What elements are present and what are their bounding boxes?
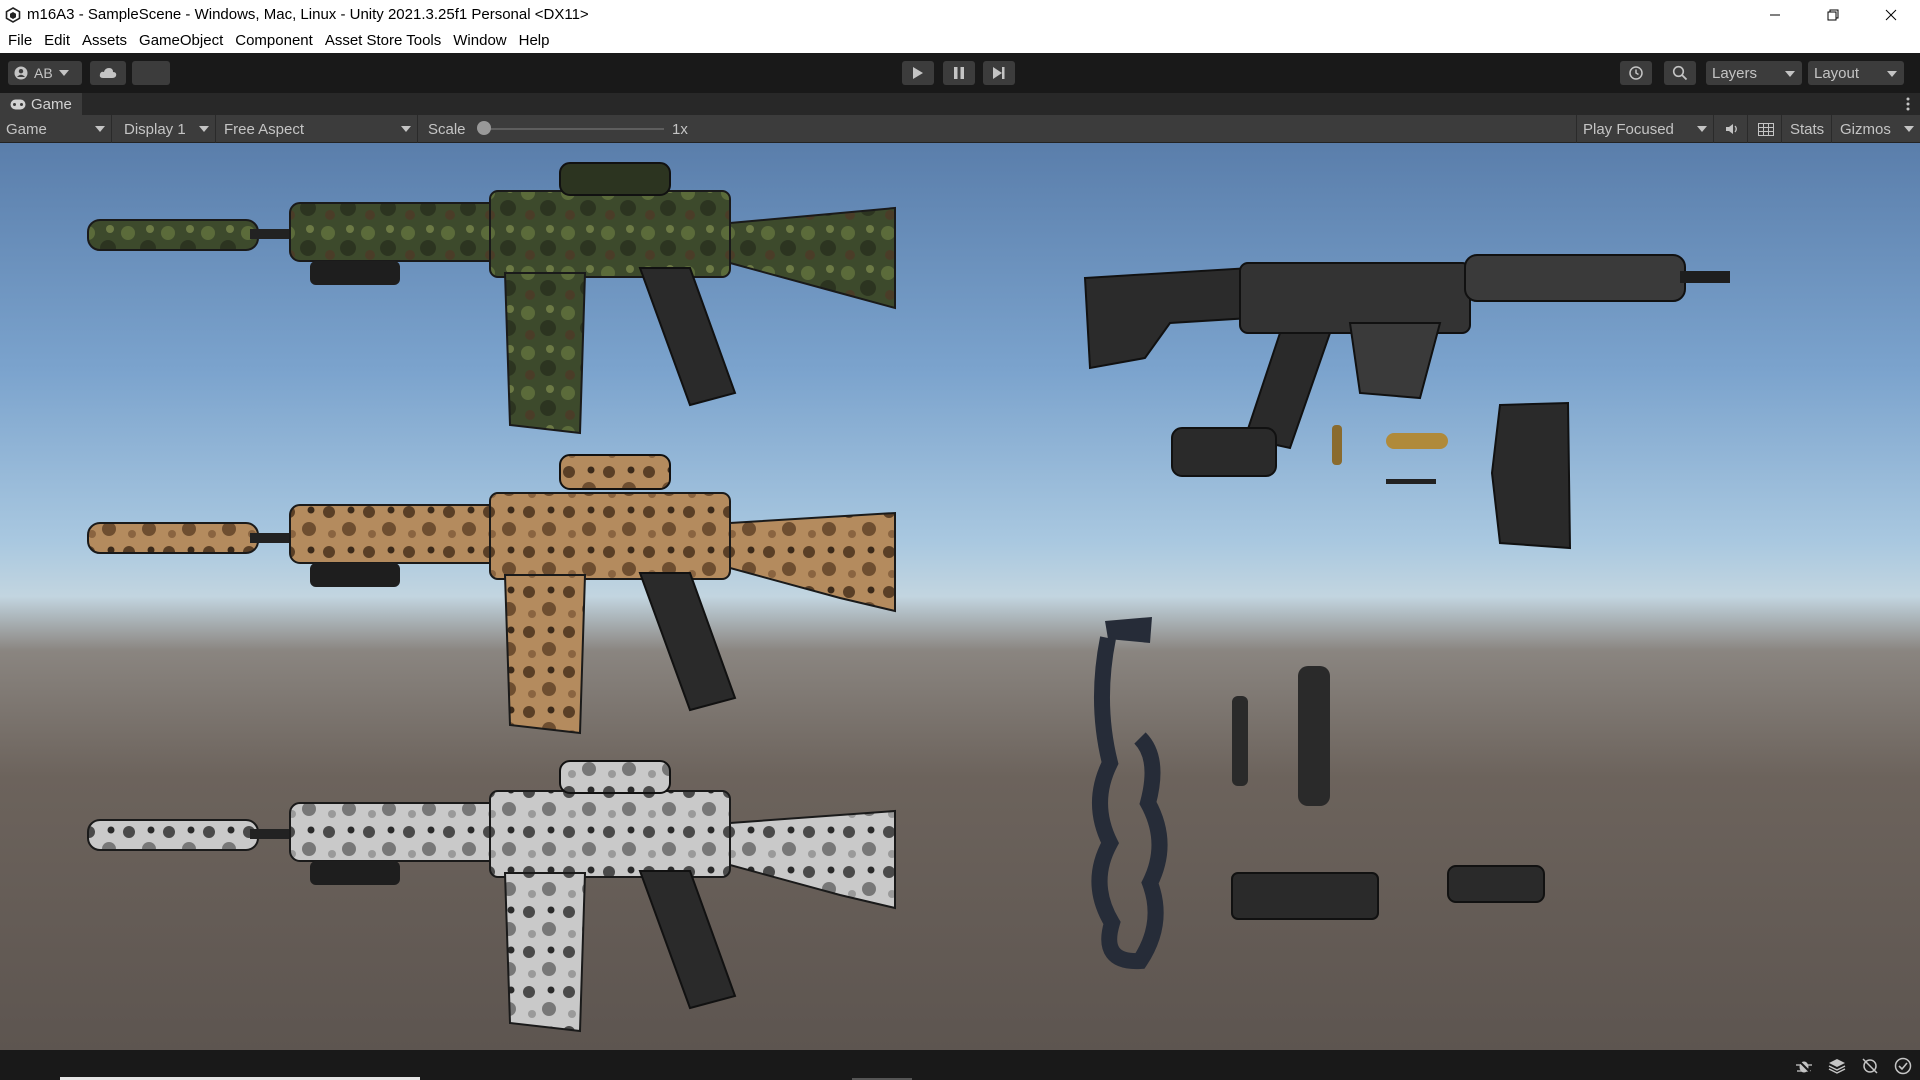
more-options-icon[interactable] bbox=[1906, 97, 1910, 111]
rifle-snow-camo bbox=[87, 760, 896, 1033]
menu-gameobject[interactable]: GameObject bbox=[133, 29, 229, 53]
pause-icon bbox=[954, 67, 964, 79]
game-viewport[interactable] bbox=[0, 143, 1920, 1050]
scale-slider-track[interactable] bbox=[484, 128, 664, 130]
menu-bar: File Edit Assets GameObject Component As… bbox=[0, 29, 1920, 53]
part-cartridge bbox=[1386, 433, 1448, 449]
gizmos-label: Gizmos bbox=[1840, 120, 1891, 138]
menu-component[interactable]: Component bbox=[229, 29, 319, 53]
tab-game[interactable]: Game bbox=[0, 93, 82, 115]
chevron-down-icon bbox=[58, 70, 69, 76]
chevron-down-icon bbox=[401, 126, 411, 132]
audio-icon bbox=[1725, 124, 1737, 134]
grid-icon bbox=[1757, 122, 1774, 136]
game-mode-dropdown[interactable]: Game bbox=[0, 115, 112, 143]
chevron-down-icon bbox=[95, 126, 105, 132]
part-shell-casing bbox=[1332, 425, 1342, 465]
aspect-dropdown[interactable]: Free Aspect bbox=[218, 115, 418, 143]
window-title: m16A3 - SampleScene - Windows, Mac, Linu… bbox=[27, 6, 589, 23]
part-laser-module bbox=[1447, 865, 1545, 903]
rifle-green-camo bbox=[87, 162, 896, 435]
gizmos-dropdown[interactable]: Gizmos bbox=[1834, 115, 1920, 143]
debug-bug-icon[interactable] bbox=[1795, 1057, 1813, 1075]
layers-stack-icon[interactable] bbox=[1828, 1057, 1846, 1075]
close-button[interactable] bbox=[1862, 0, 1920, 29]
check-circle-icon[interactable] bbox=[1894, 1057, 1912, 1075]
chevron-down-icon bbox=[1697, 126, 1707, 132]
step-button[interactable] bbox=[983, 61, 1015, 85]
scene-render bbox=[87, 162, 1730, 1033]
chevron-down-icon bbox=[1887, 71, 1897, 77]
account-icon bbox=[14, 66, 28, 80]
game-view-toolbar: Game Display 1 Free Aspect Scale 1x Play… bbox=[0, 115, 1920, 143]
rifle-tan-camo bbox=[87, 454, 896, 735]
minimize-icon bbox=[1770, 14, 1780, 15]
main-toolbar: AB Layers Layout bbox=[0, 53, 1920, 93]
part-pin bbox=[1386, 479, 1436, 484]
game-mode-label: Game bbox=[6, 120, 47, 138]
cloud-button[interactable] bbox=[90, 61, 126, 85]
part-scope bbox=[1171, 427, 1277, 477]
rifle-black bbox=[1083, 254, 1730, 450]
play-mode-label: Play Focused bbox=[1583, 120, 1674, 138]
minimize-button[interactable] bbox=[1746, 0, 1804, 29]
history-icon bbox=[1629, 66, 1643, 80]
global-illumination-icon[interactable] bbox=[1861, 1057, 1879, 1075]
search-button[interactable] bbox=[1664, 61, 1696, 85]
menu-edit[interactable]: Edit bbox=[38, 29, 76, 53]
layers-label: Layers bbox=[1712, 64, 1758, 82]
cloud-icon bbox=[99, 68, 117, 78]
part-suppressor bbox=[1298, 666, 1330, 806]
undo-history-button[interactable] bbox=[1620, 61, 1652, 85]
account-label: AB bbox=[34, 65, 53, 81]
step-icon bbox=[993, 67, 1005, 79]
toolbar-blank-button[interactable] bbox=[132, 61, 170, 85]
layers-dropdown[interactable]: Layers bbox=[1706, 61, 1802, 85]
scale-label: Scale bbox=[428, 120, 466, 138]
menu-help[interactable]: Help bbox=[513, 29, 556, 53]
gamepad-icon bbox=[10, 99, 26, 109]
tab-label: Game bbox=[31, 95, 72, 113]
weapon-parts bbox=[1091, 401, 1572, 970]
chevron-down-icon bbox=[199, 126, 209, 132]
scale-slider-thumb[interactable] bbox=[477, 121, 491, 135]
stats-label: Stats bbox=[1790, 120, 1825, 138]
menu-asset-store-tools[interactable]: Asset Store Tools bbox=[319, 29, 447, 53]
scale-label-wrap: Scale bbox=[422, 115, 480, 143]
menu-window[interactable]: Window bbox=[447, 29, 512, 53]
pause-button[interactable] bbox=[943, 61, 975, 85]
panel-tab-bar: Game bbox=[0, 93, 1920, 115]
account-dropdown[interactable]: AB bbox=[8, 61, 82, 85]
restore-icon bbox=[1827, 9, 1839, 20]
part-magazine bbox=[1490, 401, 1572, 550]
grid-toggle[interactable] bbox=[1750, 115, 1782, 143]
status-bar bbox=[0, 1050, 1920, 1080]
close-icon bbox=[1885, 9, 1897, 20]
part-flashlight-tube bbox=[1232, 696, 1248, 786]
chevron-down-icon bbox=[1904, 126, 1914, 132]
scale-value: 1x bbox=[672, 120, 688, 138]
play-button[interactable] bbox=[902, 61, 934, 85]
mute-audio-toggle[interactable] bbox=[1716, 115, 1748, 143]
unity-logo-icon bbox=[5, 6, 21, 23]
menu-assets[interactable]: Assets bbox=[76, 29, 133, 53]
restore-button[interactable] bbox=[1804, 0, 1862, 29]
play-icon bbox=[913, 67, 923, 79]
display-label: Display 1 bbox=[124, 120, 186, 138]
play-mode-dropdown[interactable]: Play Focused bbox=[1576, 115, 1714, 143]
scale-value-wrap: 1x bbox=[666, 115, 706, 143]
window-title-bar: m16A3 - SampleScene - Windows, Mac, Linu… bbox=[0, 0, 1920, 29]
part-sling bbox=[1091, 636, 1168, 970]
stats-toggle[interactable]: Stats bbox=[1784, 115, 1832, 143]
search-icon bbox=[1672, 65, 1688, 81]
aspect-label: Free Aspect bbox=[224, 120, 305, 138]
display-dropdown[interactable]: Display 1 bbox=[118, 115, 216, 143]
layout-dropdown[interactable]: Layout bbox=[1808, 61, 1904, 85]
menu-file[interactable]: File bbox=[2, 29, 38, 53]
part-rail-mount bbox=[1231, 872, 1379, 920]
chevron-down-icon bbox=[1785, 71, 1795, 77]
layout-label: Layout bbox=[1814, 64, 1860, 82]
